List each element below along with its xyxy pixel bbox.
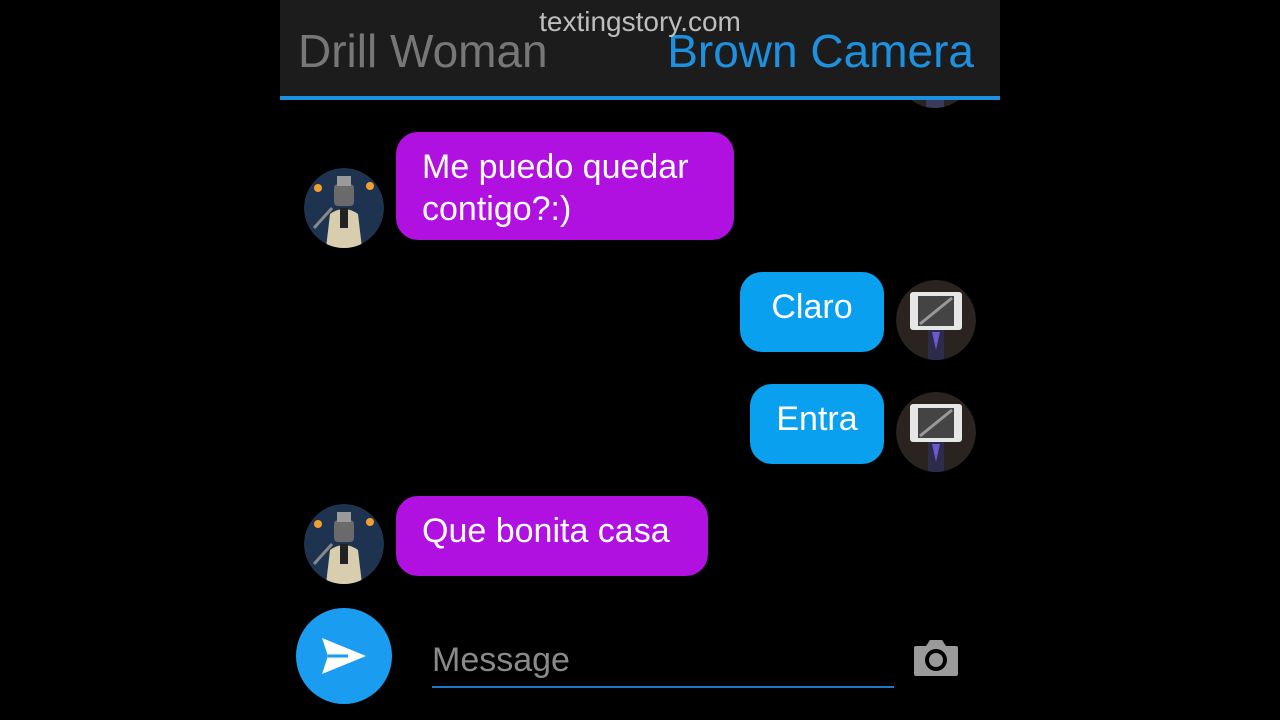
send-icon [322, 638, 366, 674]
message-bubble-sent[interactable]: Entra [750, 384, 884, 464]
drill-woman-avatar [304, 168, 384, 248]
chat-screen: Drill Woman Brown Camera textingstory.co… [280, 0, 1000, 720]
message-line: Me puedo quedar [422, 148, 689, 186]
camera-icon[interactable] [912, 638, 960, 678]
message-bubble-received[interactable]: Me puedo quedar contigo?:) [396, 132, 734, 240]
send-button[interactable] [296, 608, 392, 704]
message-bubble-received[interactable]: Que bonita casa [396, 496, 708, 576]
message-bubble-sent[interactable]: Claro [740, 272, 884, 352]
brown-camera-avatar [896, 392, 976, 472]
message-line: contigo?:) [422, 190, 572, 228]
brown-camera-avatar [896, 280, 976, 360]
header-divider [280, 96, 1000, 100]
message-input[interactable] [432, 634, 894, 688]
watermark: textingstory.com [539, 6, 741, 37]
chat-header: Drill Woman Brown Camera textingstory.co… [280, 0, 1000, 96]
drill-woman-avatar [304, 504, 384, 584]
